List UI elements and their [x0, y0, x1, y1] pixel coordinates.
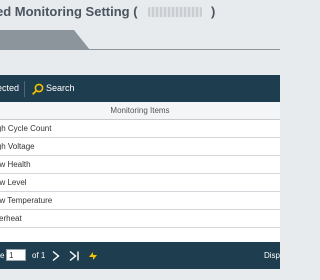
chevron-right-icon[interactable]: [50, 249, 62, 262]
row-label: ow Temperature: [0, 196, 53, 205]
table-header: Monitoring Items: [0, 102, 280, 120]
search-icon[interactable]: [32, 82, 44, 95]
search-button[interactable]: Search: [46, 83, 75, 93]
row-label: verheat: [0, 214, 22, 223]
table-row[interactable]: igh Voltage: [0, 138, 280, 156]
selected-button[interactable]: ected: [0, 83, 19, 93]
table-row[interactable]: ow Temperature: [0, 192, 280, 210]
page-title: ed Monitoring Setting (: [0, 4, 138, 19]
row-label: igh Voltage: [0, 142, 35, 151]
row-label: ow Level: [0, 178, 27, 187]
row-label: igh Cycle Count: [0, 124, 52, 133]
toolbar: ected Search: [0, 75, 280, 102]
column-header-monitoring-items[interactable]: Monitoring Items: [0, 106, 280, 115]
toolbar-divider: [24, 81, 25, 97]
page-number-input[interactable]: 1: [6, 249, 26, 261]
row-label: ow Health: [0, 160, 31, 169]
table-row[interactable]: verheat: [0, 210, 280, 228]
title-bar: ed Monitoring Setting ( ): [0, 0, 280, 26]
redacted-device-name: [148, 7, 202, 17]
page-count-label: of 1: [32, 251, 46, 260]
page-title-close: ): [211, 4, 216, 19]
table-row[interactable]: ow Health: [0, 156, 280, 174]
table-empty-space: [0, 228, 280, 242]
display-info-label: Disp: [264, 251, 281, 260]
table-row[interactable]: igh Cycle Count: [0, 120, 280, 138]
monitoring-table: Monitoring Items igh Cycle Count igh Vol…: [0, 102, 280, 228]
table-row[interactable]: ow Level: [0, 174, 280, 192]
last-page-icon[interactable]: [68, 249, 80, 262]
pagination-bar: e 1 of 1 Disp: [0, 242, 280, 269]
page-label: e: [0, 251, 5, 260]
tab-active[interactable]: [0, 30, 90, 50]
refresh-bolt-icon[interactable]: [87, 249, 99, 261]
tab-panel-spacer: [0, 50, 280, 74]
bottom-strip: [0, 269, 280, 280]
